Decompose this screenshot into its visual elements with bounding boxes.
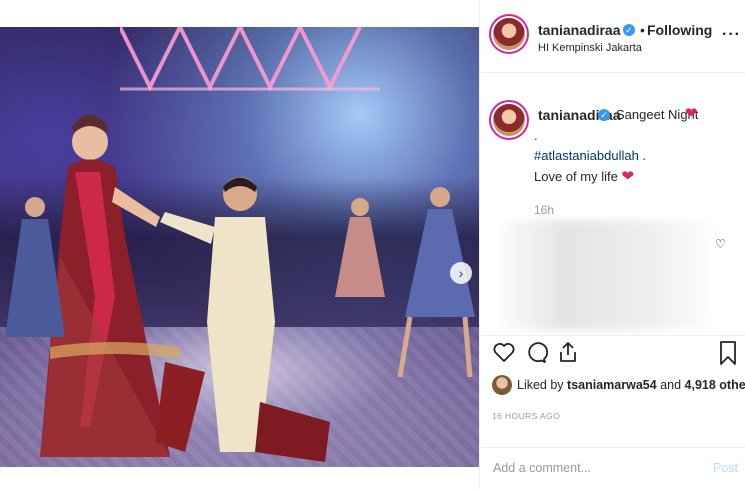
hashtag-link[interactable]: #atlastaniabdullah <box>534 148 639 163</box>
dancers-group <box>335 187 475 378</box>
liked-by-row: Liked by tsaniamarwa54 and 4,918 others <box>492 375 745 397</box>
comment-input[interactable]: Add a comment... <box>493 461 591 475</box>
following-button[interactable]: Following <box>647 22 712 38</box>
groom-figure <box>155 177 330 462</box>
liked-by-text: Liked by tsaniamarwa54 and 4,918 others <box>517 378 745 392</box>
verified-badge-icon: ✓ <box>623 24 635 36</box>
red-heart-emoji-icon: ❤ <box>621 168 635 185</box>
ellipsis-icon[interactable]: ··· <box>722 26 741 44</box>
comment-like-heart-icon[interactable]: ♡ <box>715 237 726 251</box>
post-comment-button[interactable]: Post <box>713 461 738 475</box>
bookmark-icon[interactable] <box>718 340 738 366</box>
caption-timestamp[interactable]: 16h <box>534 203 554 217</box>
verified-badge-icon: ✓ <box>598 109 610 121</box>
likes-count-link[interactable]: 4,918 others <box>685 378 745 392</box>
liked-by-prefix: Liked by <box>517 378 564 392</box>
post-photo[interactable]: › <box>0 27 479 467</box>
stage-truss-decoration <box>120 27 380 92</box>
caption-avatar[interactable] <box>493 104 525 136</box>
add-comment-bar: Add a comment... Post <box>480 447 745 489</box>
caption-line-dot: . <box>534 128 538 143</box>
post-side-panel: tanianadiraa ✓ • Following HI Kempinski … <box>479 0 745 489</box>
liker-username[interactable]: tsaniamarwa54 <box>567 378 657 392</box>
avatar[interactable] <box>493 18 525 50</box>
next-photo-button[interactable]: › <box>450 262 472 284</box>
instagram-post: › tanianadiraa ✓ • Following HI Kempinsk… <box>0 0 745 489</box>
liker-avatar[interactable] <box>492 375 512 395</box>
chevron-right-icon: › <box>458 265 464 281</box>
liked-by-and: and <box>660 378 682 392</box>
share-icon[interactable] <box>556 340 580 364</box>
header-username[interactable]: tanianadiraa <box>538 22 620 38</box>
heart-icon[interactable] <box>492 340 516 364</box>
caption-love-text: Love of my life <box>534 169 618 184</box>
separator-dot: • <box>640 22 645 38</box>
location-link[interactable]: HI Kempinski Jakarta <box>538 42 642 54</box>
post-header: tanianadiraa ✓ • Following HI Kempinski … <box>480 0 745 73</box>
hashtag-suffix: . <box>638 148 647 163</box>
dancer-left <box>5 197 65 337</box>
comment-icon[interactable] <box>524 340 548 364</box>
action-bar <box>480 335 745 369</box>
post-timestamp[interactable]: 16 HOURS AGO <box>492 411 560 421</box>
caption-hashtag-line: #atlastaniabdullah . <box>534 148 646 163</box>
red-heart-emoji-icon: ❤ <box>685 105 698 122</box>
caption-line-love: Love of my life ❤ <box>534 167 634 185</box>
blurred-comments-area <box>500 220 715 330</box>
